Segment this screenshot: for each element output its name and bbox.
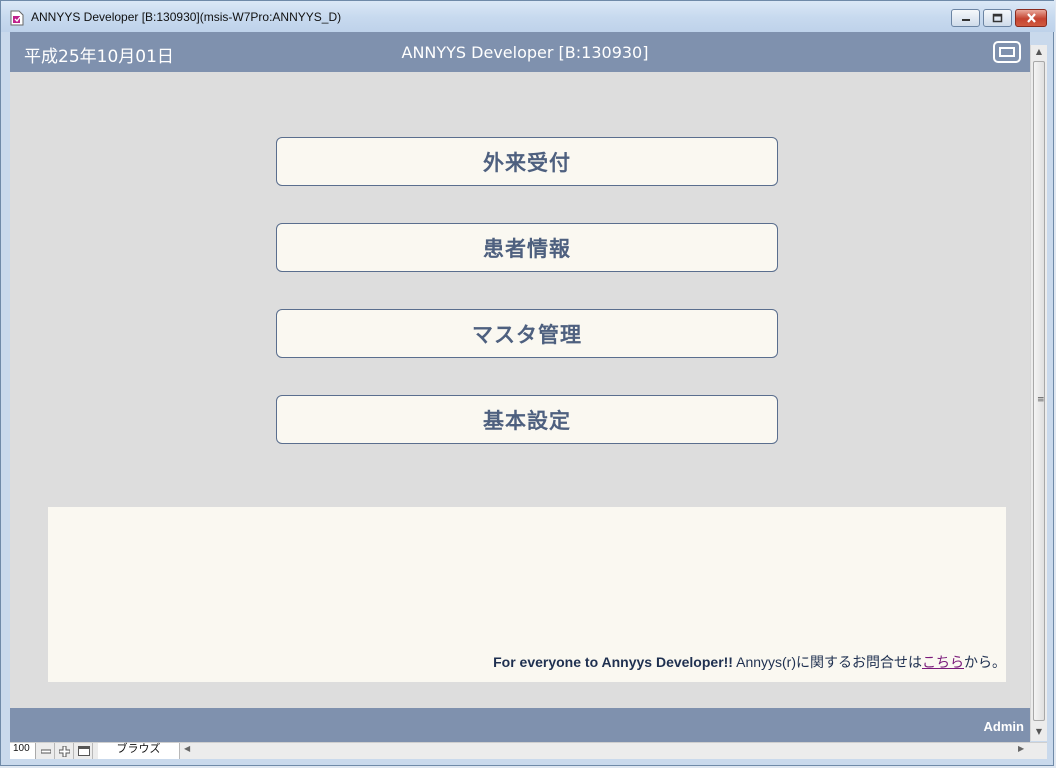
fullscreen-toggle-button[interactable] — [993, 41, 1021, 63]
close-button[interactable] — [1015, 9, 1047, 27]
close-icon — [1026, 13, 1036, 23]
window-icon — [77, 746, 90, 756]
user-name: Admin — [983, 719, 1024, 734]
app-document-icon — [10, 10, 24, 26]
window-title: ANNYYS Developer [B:130930](msis-W7Pro:A… — [31, 10, 342, 24]
master-management-button[interactable]: マスタ管理 — [276, 309, 778, 358]
outpatient-reception-button[interactable]: 外来受付 — [276, 137, 778, 186]
app-client-area: 平成25年10月01日 ANNYYS Developer [B:130930] … — [10, 32, 1030, 742]
notice-panel: For everyone to Annyys Developer!! Annyy… — [48, 507, 1006, 682]
scroll-left-icon[interactable]: ◀ — [184, 744, 190, 753]
application-window: ANNYYS Developer [B:130930](msis-W7Pro:A… — [0, 0, 1055, 766]
window-titlebar[interactable]: ANNYYS Developer [B:130930](msis-W7Pro:A… — [1, 1, 1055, 32]
grip-icon: ≡ — [1037, 395, 1045, 405]
scroll-down-icon[interactable]: ▼ — [1031, 725, 1047, 739]
basic-settings-button[interactable]: 基本設定 — [276, 395, 778, 444]
app-header: 平成25年10月01日 ANNYYS Developer [B:130930] — [10, 32, 1030, 72]
restore-icon — [992, 13, 1003, 23]
toolbar-toggle-button[interactable] — [75, 743, 93, 759]
contact-link[interactable]: こちら — [922, 654, 964, 670]
scroll-up-icon[interactable]: ▲ — [1031, 45, 1047, 59]
header-title: ANNYYS Developer [B:130930] — [401, 43, 649, 62]
zoom-out-button[interactable] — [37, 743, 55, 759]
minimize-icon — [961, 19, 970, 21]
notice-text: Annyys(r)に関するお問合せは — [732, 654, 922, 670]
notice-text-end: から。 — [964, 654, 1006, 670]
vertical-scrollbar[interactable]: ▲ ≡ ▼ — [1030, 45, 1047, 741]
patient-info-button[interactable]: 患者情報 — [276, 223, 778, 272]
notice-bold-text: For everyone to Annyys Developer!! — [493, 654, 733, 670]
minus-icon — [40, 749, 51, 754]
notice-message: For everyone to Annyys Developer!! Annyy… — [493, 652, 1006, 672]
restore-button[interactable] — [983, 9, 1012, 27]
screen-icon — [999, 47, 1015, 57]
minimize-button[interactable] — [951, 9, 980, 27]
plus-icon — [59, 745, 70, 757]
scrollbar-thumb[interactable]: ≡ — [1033, 61, 1045, 721]
footer-bar: Admin — [10, 708, 1030, 742]
mode-indicator[interactable]: ブラウズ — [98, 743, 180, 759]
status-bar: 100 ブラウズ ◀ ▶ — [10, 742, 1047, 759]
scroll-right-icon[interactable]: ▶ — [1018, 744, 1024, 753]
zoom-level[interactable]: 100 — [10, 743, 36, 759]
zoom-in-button[interactable] — [56, 743, 74, 759]
